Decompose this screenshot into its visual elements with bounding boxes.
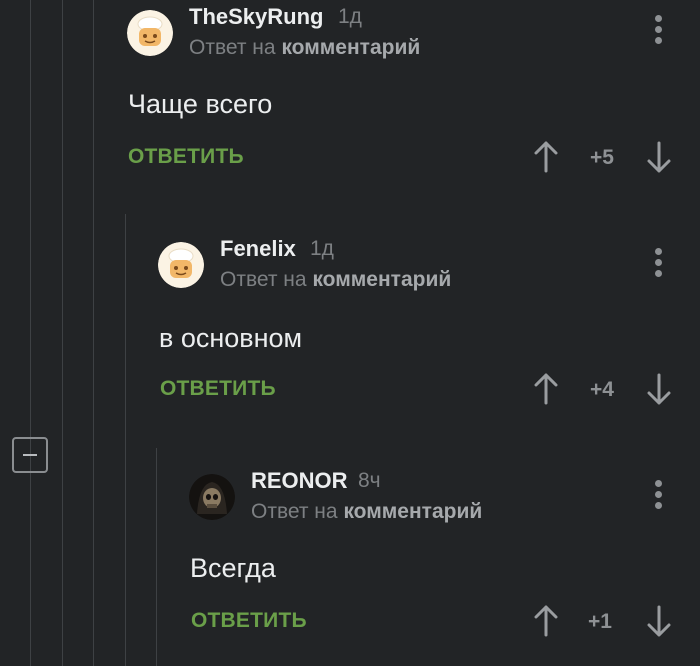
thread-line — [125, 214, 126, 666]
username[interactable]: Fenelix — [220, 236, 296, 262]
reply-to-prefix: Ответ на — [251, 500, 338, 523]
upvote-icon[interactable] — [532, 604, 560, 638]
comment-text: в основном — [159, 323, 303, 353]
upvote-icon[interactable] — [532, 140, 560, 174]
skull-avatar-icon[interactable] — [189, 474, 235, 520]
reply-to-link[interactable]: комментарий — [281, 36, 420, 59]
more-options-icon[interactable] — [653, 15, 663, 45]
downvote-icon[interactable] — [645, 604, 673, 638]
chef-avatar-icon[interactable] — [127, 10, 173, 56]
reply-to-line: Ответ на комментарий — [220, 268, 451, 292]
comment-time: 1д — [338, 5, 362, 28]
reply-button[interactable]: ОТВЕТИТЬ — [128, 145, 244, 169]
comment-time: 8ч — [358, 469, 381, 492]
comment-score: +1 — [588, 610, 612, 633]
thread-line — [30, 0, 31, 666]
collapse-thread-button[interactable] — [12, 437, 48, 473]
reply-to-line: Ответ на комментарий — [189, 36, 420, 60]
more-options-icon[interactable] — [653, 480, 663, 510]
thread-line — [156, 448, 157, 666]
username[interactable]: REONOR — [251, 468, 348, 494]
comment-score: +4 — [590, 378, 614, 401]
downvote-icon[interactable] — [645, 372, 673, 406]
comment-time: 1д — [310, 237, 334, 260]
reply-to-prefix: Ответ на — [189, 36, 276, 59]
username[interactable]: TheSkyRung — [189, 4, 323, 30]
reply-button[interactable]: ОТВЕТИТЬ — [160, 377, 276, 401]
downvote-icon[interactable] — [645, 140, 673, 174]
reply-to-line: Ответ на комментарий — [251, 500, 482, 524]
more-options-icon[interactable] — [653, 248, 663, 278]
reply-to-link[interactable]: комментарий — [343, 500, 482, 523]
reply-to-prefix: Ответ на — [220, 268, 307, 291]
reply-button[interactable]: ОТВЕТИТЬ — [191, 609, 307, 633]
comment-score: +5 — [590, 146, 614, 169]
thread-line — [62, 0, 63, 666]
thread-line — [93, 0, 94, 666]
comment-text: Всегда — [190, 553, 276, 583]
reply-to-link[interactable]: комментарий — [312, 268, 451, 291]
chef-avatar-icon[interactable] — [158, 242, 204, 288]
upvote-icon[interactable] — [532, 372, 560, 406]
comment-text: Чаще всего — [128, 89, 273, 119]
